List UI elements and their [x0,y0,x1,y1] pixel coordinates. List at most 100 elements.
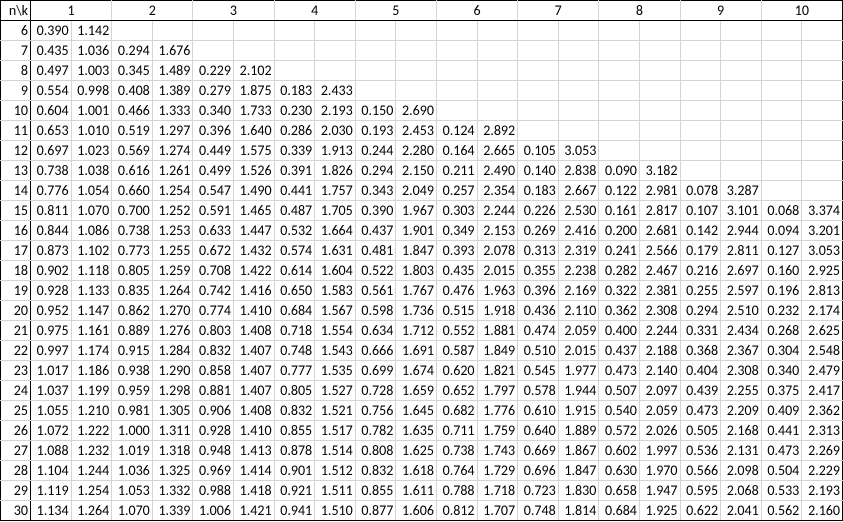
cell: 2.811 [721,241,762,261]
cell: 0.554 [31,81,72,101]
cell: 0.331 [680,321,721,341]
cell: 1.001 [71,101,112,121]
cell: 1.567 [315,301,356,321]
cell: 1.514 [315,441,356,461]
cell: 2.667 [558,181,599,201]
cell: 2.059 [639,401,680,421]
cell: 0.616 [112,161,153,181]
cell: 0.362 [599,301,640,321]
cell: 1.604 [315,261,356,281]
cell: 0.161 [599,201,640,221]
cell: 1.947 [639,481,680,501]
cell: 0.474 [518,321,559,341]
cell: 1.743 [477,441,518,461]
cell: 0.948 [193,441,234,461]
cell: 0.620 [436,361,477,381]
cell: 1.432 [233,241,274,261]
cell: 0.078 [680,181,721,201]
cell: 2.697 [721,261,762,281]
cell [558,121,599,141]
cell: 0.855 [274,421,315,441]
cell: 0.124 [436,121,477,141]
cell: 0.598 [355,301,396,321]
cell: 0.473 [599,361,640,381]
cell: 3.201 [802,221,843,241]
col-header-k2: 2 [112,1,193,21]
row-header: 14 [1,181,31,201]
cell: 1.913 [315,141,356,161]
cell: 1.253 [152,221,193,241]
cell: 0.396 [518,281,559,301]
cell: 1.332 [152,481,193,501]
cell: 0.764 [436,461,477,481]
cell: 2.681 [639,221,680,241]
cell: 1.814 [558,501,599,521]
cell [518,121,559,141]
cell: 0.545 [518,361,559,381]
cell [639,21,680,41]
cell: 0.998 [71,81,112,101]
cell [802,161,843,181]
cell: 0.279 [193,81,234,101]
cell: 0.140 [518,161,559,181]
table-row: 80.4971.0030.3451.4890.2292.102 [1,61,843,81]
cell: 1.729 [477,461,518,481]
cell: 0.160 [761,261,802,281]
cell: 2.566 [639,241,680,261]
cell: 0.519 [112,121,153,141]
cell [761,61,802,81]
cell [721,161,762,181]
cell: 0.303 [436,201,477,221]
cell: 3.374 [802,201,843,221]
cell: 1.511 [315,481,356,501]
cell: 0.294 [680,301,721,321]
cell: 0.699 [355,361,396,381]
cell: 0.808 [355,441,396,461]
row-header: 28 [1,461,31,481]
cell: 0.666 [355,341,396,361]
cell: 1.970 [639,461,680,481]
cell [315,61,356,81]
cell [599,61,640,81]
cell: 0.622 [680,501,721,521]
cell [315,21,356,41]
cell: 0.437 [355,221,396,241]
cell: 0.507 [599,381,640,401]
cell [802,21,843,41]
row-header: 15 [1,201,31,221]
cell: 1.414 [233,461,274,481]
cell: 1.867 [558,441,599,461]
cell: 2.174 [802,301,843,321]
cell [599,21,640,41]
cell: 1.803 [396,261,437,281]
cell: 2.690 [396,101,437,121]
cell [639,141,680,161]
cell: 0.127 [761,241,802,261]
cell: 1.133 [71,281,112,301]
cell [639,121,680,141]
cell: 1.142 [71,21,112,41]
cell: 1.606 [396,501,437,521]
cell: 0.682 [436,401,477,421]
cell: 0.756 [355,401,396,421]
row-header: 16 [1,221,31,241]
cell: 2.244 [477,201,518,221]
cell: 0.313 [518,241,559,261]
col-header-k6: 6 [436,1,517,21]
cell [599,141,640,161]
cell: 0.409 [761,401,802,421]
cell: 1.325 [152,461,193,481]
cell: 0.981 [112,401,153,421]
cell: 0.244 [355,141,396,161]
cell: 1.821 [477,361,518,381]
cell: 1.000 [112,421,153,441]
cell [274,21,315,41]
cell: 2.238 [558,261,599,281]
table-body: 60.3901.14270.4351.0360.2941.67680.4971.… [1,21,843,521]
cell: 1.017 [31,361,72,381]
table-row: 241.0371.1990.9591.2980.8811.4070.8051.5… [1,381,843,401]
cell: 2.098 [721,461,762,481]
cell: 0.476 [436,281,477,301]
table-row: 200.9521.1470.8621.2700.7741.4100.6841.5… [1,301,843,321]
cell: 0.660 [112,181,153,201]
